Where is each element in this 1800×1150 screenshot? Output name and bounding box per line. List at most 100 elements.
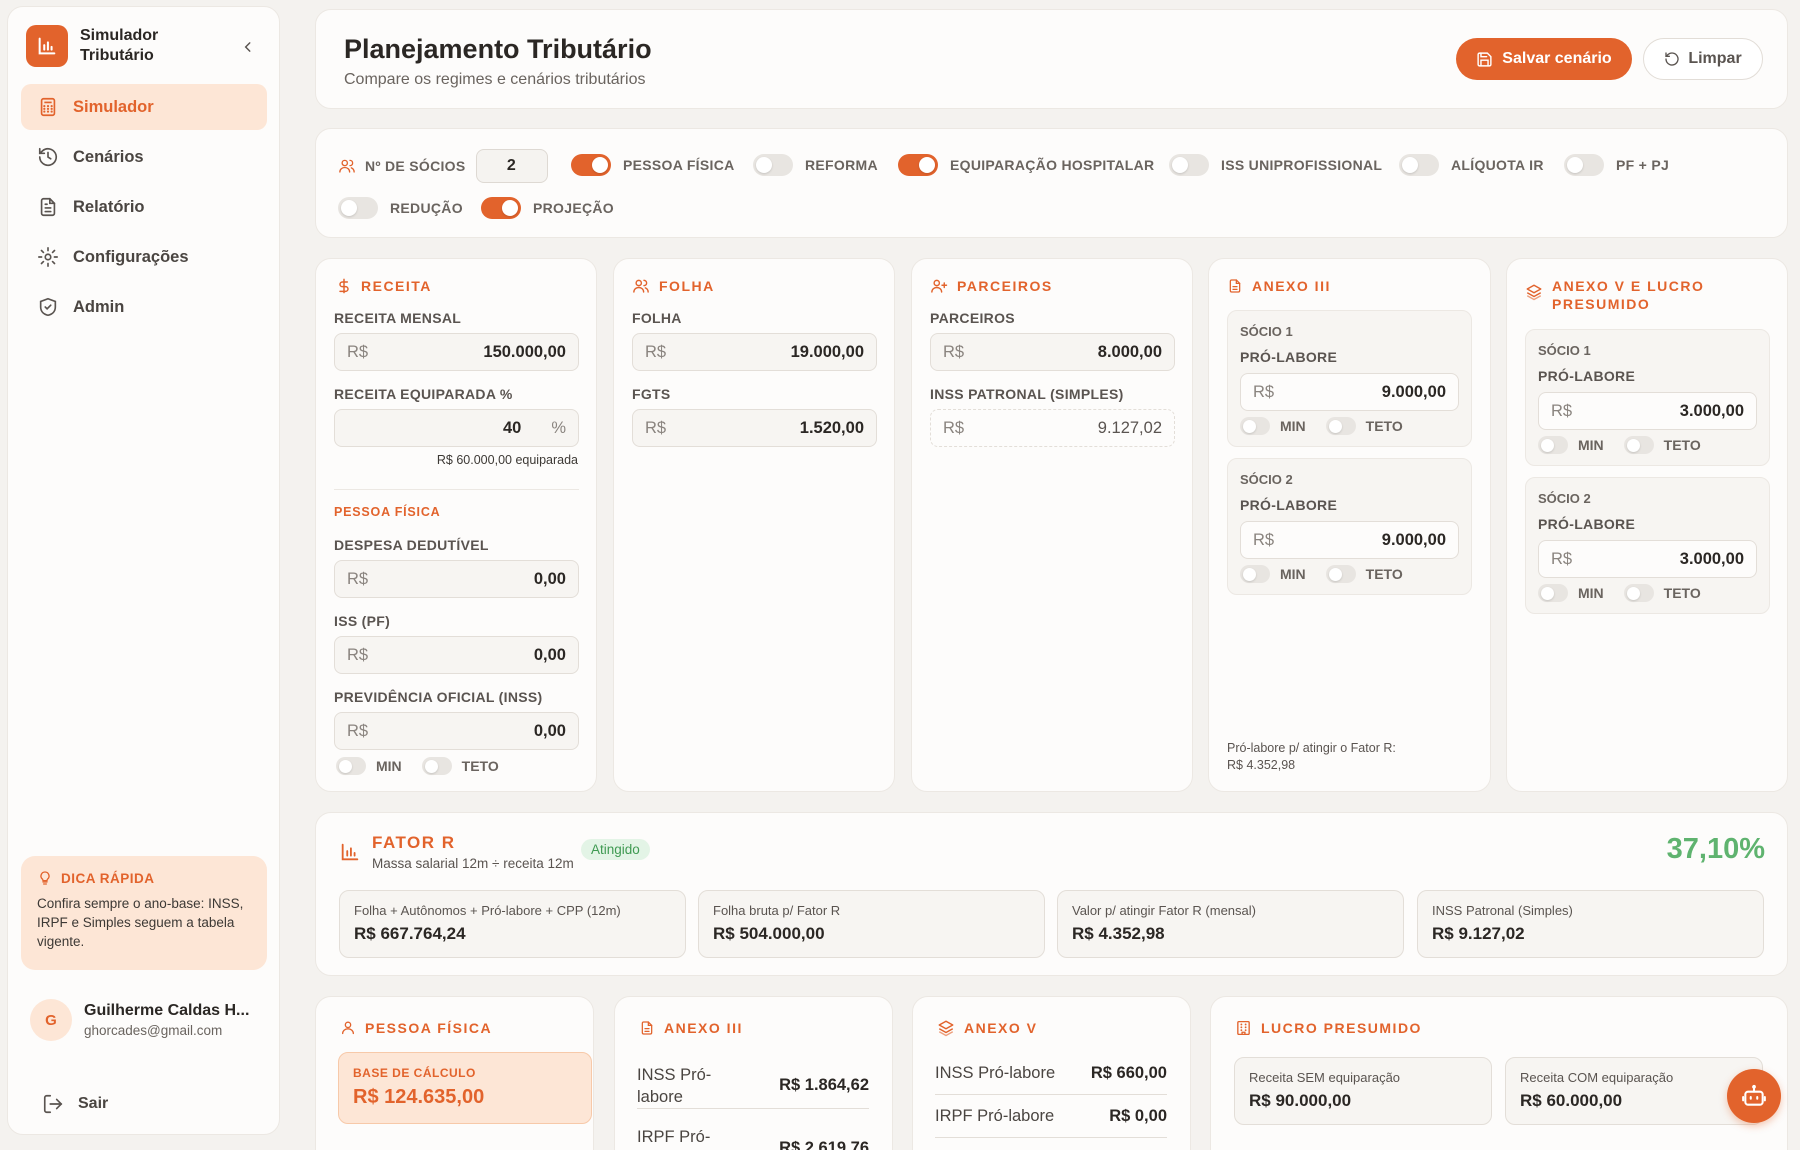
toggle-label: PROJEÇÃO — [533, 200, 614, 216]
teto-toggle[interactable] — [1325, 565, 1356, 583]
base-calculo-label: BASE DE CÁLCULO — [353, 1066, 476, 1080]
toggle-iss-uniprofissional[interactable]: ISS UNIPROFISSIONAL — [1169, 154, 1382, 176]
teto-label: TETO — [1365, 418, 1403, 434]
anexo3-socio-1: SÓCIO 1 PRÓ-LABORE R$ 9.000,00 MIN TETO — [1227, 310, 1472, 447]
pro-labore-input[interactable]: R$ 9.000,00 — [1240, 521, 1459, 559]
toggle-switch[interactable] — [1169, 154, 1209, 176]
toggle-switch[interactable] — [898, 154, 938, 176]
anexo5-title: ANEXO V E LUCRO PRESUMIDO — [1525, 277, 1745, 313]
sidebar-item-admin[interactable]: Admin — [21, 284, 267, 330]
sidebar-item-cenarios[interactable]: Cenários — [21, 134, 267, 180]
toggle-equiparacao-hospitalar[interactable]: EQUIPARAÇÃO HOSPITALAR — [898, 154, 1154, 176]
anexo3-socio-2: SÓCIO 2 PRÓ-LABORE R$ 9.000,00 MIN TETO — [1227, 458, 1472, 595]
parceiros-panel: PARCEIROS PARCEIROS R$ 8.000,00 INSS PAT… — [911, 258, 1193, 792]
toggle-pf-pj[interactable]: PF + PJ — [1564, 154, 1669, 176]
metric-label: Receita SEM equiparação — [1249, 1070, 1401, 1085]
input-value: 150.000,00 — [483, 342, 566, 361]
sidebar-item-simulador[interactable]: Simulador — [21, 84, 267, 130]
input-value: 0,00 — [533, 645, 566, 664]
despesa-label: DESPESA DEDUTÍVEL — [334, 537, 489, 553]
toggle-aliquota-ir[interactable]: ALÍQUOTA IR — [1399, 154, 1544, 176]
lucro-metric: Receita SEM equiparação R$ 90.000,00 — [1234, 1057, 1492, 1125]
min-toggle[interactable] — [1240, 417, 1270, 435]
toggle-projecao[interactable]: PROJEÇÃO — [481, 197, 614, 219]
users-icon — [633, 279, 649, 293]
teto-toggle[interactable] — [1623, 436, 1654, 454]
save-scenario-button[interactable]: Salvar cenário — [1456, 38, 1632, 80]
result-lucro-presumido: LUCRO PRESUMIDO Receita SEM equiparação … — [1210, 996, 1788, 1150]
parceiros-title: PARCEIROS — [930, 277, 1053, 295]
receita-equiparada-input[interactable]: 40 % — [334, 409, 579, 447]
metric-value: R$ 667.764,24 — [354, 924, 466, 943]
toggle-reforma[interactable]: REFORMA — [753, 154, 878, 176]
metric-value: R$ 504.000,00 — [713, 924, 825, 943]
quick-tip-text: Confira sempre o ano-base: INSS, IRPF e … — [37, 896, 244, 949]
inss-patronal-label: INSS PATRONAL (SIMPLES) — [930, 386, 1124, 402]
currency-prefix: R$ — [1551, 549, 1573, 568]
teto-toggle[interactable] — [421, 757, 452, 775]
row-value: R$ 660,00 — [1090, 1064, 1167, 1082]
toggle-switch[interactable] — [571, 154, 611, 176]
save-icon — [1477, 51, 1492, 67]
min-toggle[interactable] — [1538, 436, 1568, 454]
socios-input[interactable]: 2 — [475, 149, 548, 183]
previdencia-input[interactable]: R$ 0,00 — [334, 712, 579, 750]
layers-icon — [938, 1020, 954, 1037]
despesa-input[interactable]: R$ 0,00 — [334, 560, 579, 598]
pro-labore-input[interactable]: R$ 3.000,00 — [1538, 392, 1757, 430]
pro-labore-input[interactable]: R$ 9.000,00 — [1240, 373, 1459, 411]
min-toggle[interactable] — [336, 757, 366, 775]
sidebar-item-label: Simulador — [73, 97, 154, 116]
result-row: IRPF Pró-labore R$ 0,00 — [935, 1096, 1167, 1138]
toggle-switch[interactable] — [1399, 154, 1439, 176]
user-email: ghorcades@gmail.com — [84, 1023, 223, 1038]
page-title: Planejamento Tributário — [344, 34, 652, 64]
anexo5-title-text: ANEXO V E LUCRO PRESUMIDO — [1552, 278, 1705, 312]
input-value: 3.000,00 — [1679, 549, 1744, 568]
lucro-metric: Receita COM equiparação R$ 60.000,00 — [1505, 1057, 1763, 1125]
metric-value: R$ 4.352,98 — [1072, 924, 1165, 943]
result-anexo3-title: ANEXO III — [639, 1019, 743, 1037]
currency-prefix: R$ — [347, 342, 369, 361]
fator-r-metric: Folha bruta p/ Fator R R$ 504.000,00 — [698, 890, 1045, 958]
sidebar-item-configuracoes[interactable]: Configurações — [21, 234, 267, 280]
fator-r-panel: FATOR R Massa salarial 12m ÷ receita 12m… — [315, 812, 1788, 976]
socio-name: SÓCIO 1 — [1538, 343, 1591, 358]
min-toggle[interactable] — [1240, 565, 1270, 583]
result-lucro-title-text: LUCRO PRESUMIDO — [1261, 1020, 1422, 1036]
toggle-pessoa-fisica[interactable]: PESSOA FÍSICA — [571, 154, 735, 176]
socios-count: Nº DE SÓCIOS 2 — [338, 149, 548, 183]
quick-tip-title-text: DICA RÁPIDA — [61, 870, 155, 886]
avatar: G — [30, 999, 72, 1041]
input-value: 0,00 — [533, 721, 566, 740]
result-pf-title-text: PESSOA FÍSICA — [365, 1019, 493, 1036]
folha-title: FOLHA — [632, 277, 715, 295]
sidebar-item-relatorio[interactable]: Relatório — [21, 184, 267, 230]
toggle-reducao[interactable]: REDUÇÃO — [338, 197, 463, 219]
fgts-input[interactable]: R$ 1.520,00 — [632, 409, 877, 447]
receita-mensal-input[interactable]: R$ 150.000,00 — [334, 333, 579, 371]
min-toggle[interactable] — [1538, 584, 1568, 602]
teto-toggle[interactable] — [1623, 584, 1654, 602]
toggle-switch[interactable] — [481, 197, 521, 219]
fator-r-subtitle: Massa salarial 12m ÷ receita 12m — [372, 856, 574, 871]
brand[interactable]: Simulador Tributário — [26, 25, 200, 67]
user-profile[interactable]: G Guilherme Caldas H... ghorcades@gmail.… — [30, 999, 254, 1041]
pro-labore-input[interactable]: R$ 3.000,00 — [1538, 540, 1757, 578]
quick-tip-title: DICA RÁPIDA — [37, 870, 251, 886]
folha-input[interactable]: R$ 19.000,00 — [632, 333, 877, 371]
toggle-switch[interactable] — [1564, 154, 1604, 176]
iss-pf-input[interactable]: R$ 0,00 — [334, 636, 579, 674]
anexo3-title: ANEXO III — [1227, 277, 1331, 295]
toggle-switch[interactable] — [753, 154, 793, 176]
row-label: INSS Pró-labore — [637, 1065, 712, 1106]
toggle-switch[interactable] — [338, 197, 378, 219]
clear-button[interactable]: Limpar — [1643, 38, 1763, 80]
assistant-bot-button[interactable] — [1727, 1069, 1781, 1123]
parceiros-input[interactable]: R$ 8.000,00 — [930, 333, 1175, 371]
logout-button[interactable]: Sair — [42, 1093, 108, 1115]
collapse-sidebar-button[interactable] — [238, 37, 258, 57]
currency-prefix: R$ — [347, 721, 369, 740]
document-icon — [641, 1021, 653, 1035]
teto-toggle[interactable] — [1325, 417, 1356, 435]
